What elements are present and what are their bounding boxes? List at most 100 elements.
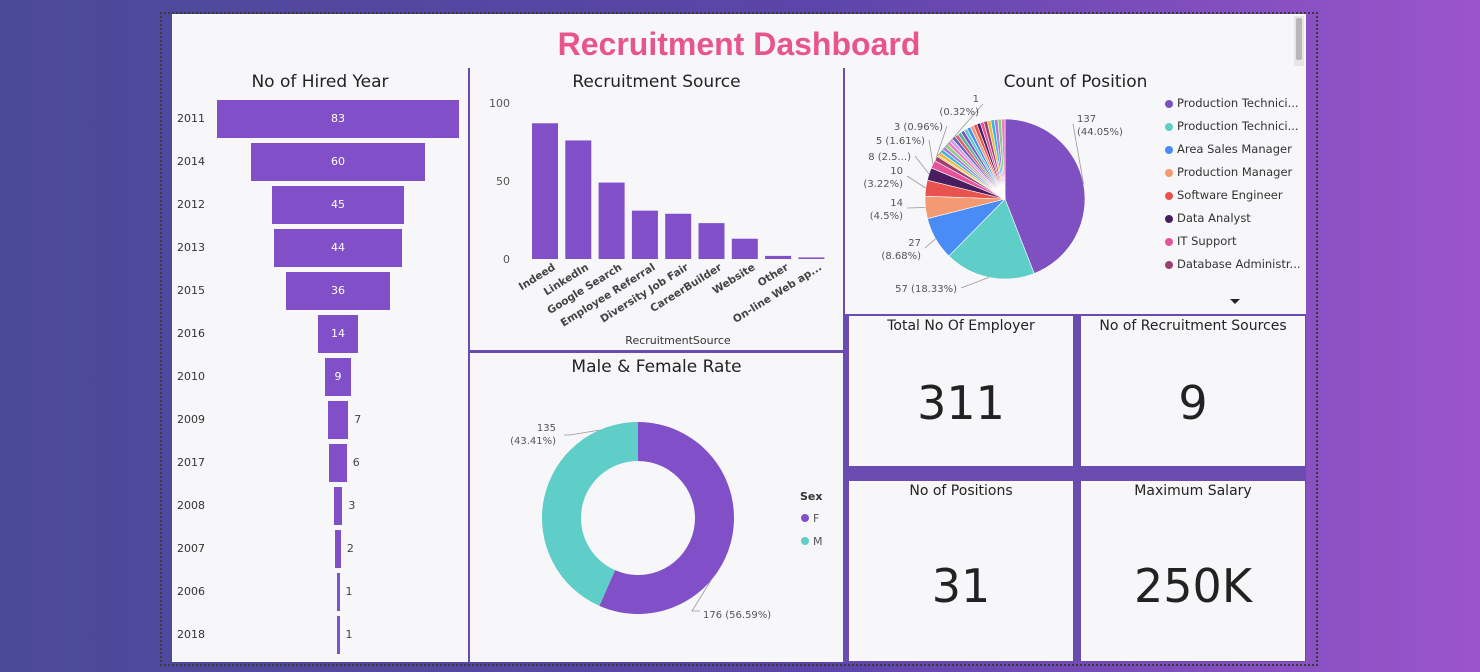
hired-year-bar[interactable] xyxy=(333,487,343,525)
position-data-label: 1 (0.32%) xyxy=(939,94,979,118)
position-legend-item[interactable]: Software Engineer xyxy=(1165,188,1283,208)
kpi-employees-card: Total No Of Employer 311 xyxy=(849,316,1073,466)
gender-legend-label[interactable]: M xyxy=(813,535,823,548)
count-position-legend: Production Technici... Production Technic… xyxy=(1165,96,1305,286)
recruitment-source-panel: Recruitment Source 100 50 0 Indeed LinkedIn G… xyxy=(470,68,843,350)
hired-year-category-label: 2017 xyxy=(177,456,205,469)
position-legend-item[interactable]: Area Sales Manager xyxy=(1165,142,1292,162)
source-bar[interactable] xyxy=(631,210,658,259)
position-data-label: 3 (0.96%) xyxy=(894,122,943,133)
legend-scroll-down-icon[interactable] xyxy=(1230,299,1240,304)
hired-year-value-label: 9 xyxy=(334,370,342,383)
source-bar[interactable] xyxy=(698,223,725,259)
position-legend-item[interactable]: Production Technici... xyxy=(1165,96,1299,116)
hired-year-value-label: 1 xyxy=(345,585,353,598)
kpi-sources-card: No of Recruitment Sources 9 xyxy=(1081,316,1305,466)
source-bar[interactable] xyxy=(665,213,692,259)
position-legend-item[interactable]: Production Manager xyxy=(1165,165,1292,185)
kpi-sources-value: 9 xyxy=(1178,376,1208,430)
hired-year-value-label: 7 xyxy=(354,413,362,426)
hired-year-bar[interactable] xyxy=(336,616,340,654)
position-data-label: 10 (3.22%) xyxy=(863,166,903,190)
hired-year-category-label: 2011 xyxy=(177,112,205,125)
position-legend-item[interactable]: IT Support xyxy=(1165,234,1237,254)
kpi-employees-title: Total No Of Employer xyxy=(887,318,1035,334)
hired-year-category-label: 2015 xyxy=(177,284,205,297)
position-legend-label: Production Technici... xyxy=(1177,119,1299,133)
hired-year-value-label: 45 xyxy=(331,198,345,211)
source-bar[interactable] xyxy=(532,123,558,259)
position-legend-label: Production Technici... xyxy=(1177,96,1299,110)
count-position-panel: Count of Position 137 (44.05%) 57 (18.33%)… xyxy=(845,68,1306,314)
hired-year-bar[interactable] xyxy=(327,401,349,439)
kpi-employees-value: 311 xyxy=(917,376,1005,430)
hired-year-category-label: 2009 xyxy=(177,413,205,426)
source-bar[interactable] xyxy=(565,140,592,259)
recruitment-source-chart: 100500IndeedLinkedInGoogle SearchEmploye… xyxy=(489,97,825,347)
source-bar[interactable] xyxy=(798,257,825,259)
kpi-positions-card: No of Positions 31 xyxy=(849,481,1073,661)
kpi-salary-card: Maximum Salary 250K xyxy=(1081,481,1305,661)
hired-year-category-label: 2016 xyxy=(177,327,205,340)
position-legend-item[interactable]: Data Analyst xyxy=(1165,211,1251,231)
position-legend-label: Area Sales Manager xyxy=(1177,142,1292,156)
position-legend-label: IT Support xyxy=(1177,234,1237,248)
position-leader-line xyxy=(924,238,936,249)
hired-year-value-label: 6 xyxy=(352,456,360,469)
legend-dot-icon xyxy=(1165,145,1173,154)
source-ytick-label: 0 xyxy=(503,253,510,266)
position-leader-line xyxy=(906,207,926,209)
hired-year-bar[interactable] xyxy=(336,573,340,611)
source-ytick-label: 50 xyxy=(496,175,510,188)
hired-year-category-label: 2018 xyxy=(177,628,205,641)
scrollbar-thumb[interactable] xyxy=(1296,18,1302,60)
hired-year-value-label: 1 xyxy=(345,628,353,641)
position-legend-item[interactable]: Database Administr... xyxy=(1165,257,1301,277)
hired-year-bar[interactable] xyxy=(329,444,347,482)
kpi-positions-value: 31 xyxy=(931,559,991,613)
source-bar[interactable] xyxy=(731,238,758,259)
hired-year-value-label: 83 xyxy=(331,112,345,125)
legend-dot-icon xyxy=(1165,260,1173,269)
gender-data-label: 135 (43.41%) xyxy=(510,423,556,447)
hired-year-value-label: 14 xyxy=(331,327,345,340)
gender-legend-title: Sex xyxy=(800,490,822,503)
hired-year-panel: No of Hired Year 2011 83 2014 60 2012 45 2013 4… xyxy=(172,68,468,662)
legend-dot-icon xyxy=(801,537,809,545)
position-legend-label: Data Analyst xyxy=(1177,211,1251,225)
position-leader-line xyxy=(928,139,934,165)
position-data-label: 14 (4.5%) xyxy=(870,198,903,222)
position-data-label: 57 (18.33%) xyxy=(895,284,957,295)
hired-year-category-label: 2014 xyxy=(177,155,205,168)
legend-dot-icon xyxy=(1165,191,1173,200)
position-legend-item[interactable]: Production Technici... xyxy=(1165,119,1299,139)
hired-year-value-label: 36 xyxy=(331,284,345,297)
hired-year-value-label: 2 xyxy=(346,542,354,555)
position-leader-line xyxy=(960,276,990,289)
position-data-label: 5 (1.61%) xyxy=(876,136,925,147)
kpi-positions-title: No of Positions xyxy=(909,483,1013,499)
source-bar[interactable] xyxy=(598,182,625,259)
hired-year-value-label: 3 xyxy=(348,499,356,512)
source-ytick-label: 100 xyxy=(489,97,510,110)
position-legend-label: Software Engineer xyxy=(1177,188,1283,202)
legend-dot-icon xyxy=(1165,99,1173,108)
legend-dot-icon xyxy=(1165,237,1173,246)
legend-dot-icon xyxy=(1165,122,1173,131)
source-bar[interactable] xyxy=(765,255,792,259)
hired-year-category-label: 2010 xyxy=(177,370,205,383)
hired-year-value-label: 60 xyxy=(331,155,345,168)
position-leader-line xyxy=(906,175,926,189)
gender-donut-chart: 176 (56.59%) 135 (43.41%) Sex FM xyxy=(510,422,823,621)
hired-year-bar[interactable] xyxy=(335,530,341,568)
source-xaxis-title: RecruitmentSource xyxy=(625,334,731,347)
kpi-salary-value: 250K xyxy=(1134,559,1252,613)
position-leader-line xyxy=(914,155,930,175)
legend-dot-icon xyxy=(1165,168,1173,177)
legend-dot-icon xyxy=(801,514,809,522)
legend-dot-icon xyxy=(1165,214,1173,223)
kpi-salary-title: Maximum Salary xyxy=(1134,483,1252,499)
position-data-label: 137 (44.05%) xyxy=(1077,114,1123,138)
hired-year-category-label: 2006 xyxy=(177,585,205,598)
gender-legend-label[interactable]: F xyxy=(813,512,819,525)
